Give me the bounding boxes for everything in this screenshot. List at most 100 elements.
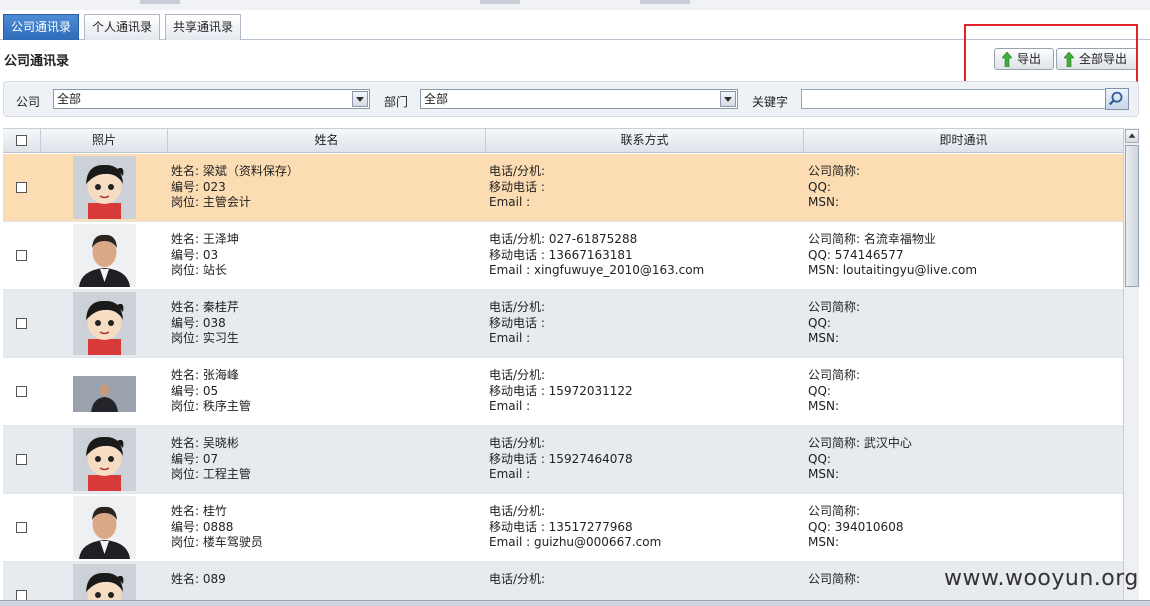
company-short-name: 公司简称: 武汉中心 <box>808 436 912 450</box>
name-cell: 姓名: 张海峰 编号: 05 岗位: 秩序主管 <box>171 368 251 415</box>
qq-number: QQ: <box>808 315 831 330</box>
grid-header: 照片 姓名 联系方式 即时通讯 <box>3 129 1123 153</box>
export-button[interactable]: 导出 <box>994 48 1054 70</box>
person-post: 岗位: 主管会计 <box>171 195 251 209</box>
keyword-input[interactable] <box>801 89 1106 109</box>
avatar-photo <box>73 224 136 287</box>
mobile-phone: 移动电话 : 15972031122 <box>489 383 633 398</box>
phone-ext: 电话/分机: <box>489 164 546 178</box>
person-name: 姓名: 秦桂芹 <box>171 300 239 314</box>
name-cell: 姓名: 桂竹 编号: 0888 岗位: 楼车驾驶员 <box>171 504 263 551</box>
row-checkbox[interactable] <box>16 454 27 465</box>
tab-company-contacts[interactable]: 公司通讯录 <box>3 14 79 40</box>
im-cell: 公司简称: 武汉中心 QQ: MSN: <box>808 436 912 483</box>
table-row[interactable]: 姓名: 王泽坤 编号: 03 岗位: 站长 电话/分机: 027-61875288 移动… <box>3 222 1123 290</box>
company-select-value: 全部 <box>57 92 82 106</box>
chevron-down-icon[interactable] <box>352 91 368 107</box>
mobile-phone: 移动电话 : <box>489 315 545 330</box>
export-label: 导出 <box>1017 52 1042 66</box>
header-contact[interactable]: 联系方式 <box>486 129 804 153</box>
avatar-placeholder-icon <box>73 156 136 219</box>
row-checkbox[interactable] <box>16 522 27 533</box>
im-cell: 公司简称: <box>808 572 860 588</box>
green-up-arrow-icon <box>1064 52 1074 67</box>
tab-shared-contacts[interactable]: 共享通讯录 <box>165 14 241 40</box>
vertical-scrollbar[interactable] <box>1123 128 1139 603</box>
msn-account: MSN: <box>808 535 839 549</box>
company-short-name: 公司简称: <box>808 572 861 586</box>
email: Email : <box>489 195 531 209</box>
mobile-phone: 移动电话 : 13517277968 <box>489 519 633 534</box>
company-short-name: 公司简称: <box>808 300 861 314</box>
person-code: 编号: 0888 <box>171 519 234 534</box>
header-name[interactable]: 姓名 <box>168 129 486 153</box>
department-filter-label: 部门 <box>384 95 409 109</box>
email: Email : <box>489 399 531 413</box>
row-checkbox[interactable] <box>16 250 27 261</box>
person-post: 岗位: 站长 <box>171 263 227 277</box>
table-row[interactable]: 姓名: 梁斌（资料保存） 编号: 023 岗位: 主管会计 电话/分机: 移动电话 :E… <box>3 154 1123 222</box>
header-checkbox-cell <box>3 129 41 153</box>
company-short-name: 公司简称: <box>808 164 861 178</box>
table-row[interactable]: 姓名: 张海峰 编号: 05 岗位: 秩序主管 电话/分机: 移动电话 : 159720… <box>3 358 1123 426</box>
avatar-photo <box>73 360 136 423</box>
magnifier-icon <box>1108 91 1123 106</box>
avatar-placeholder-icon <box>73 292 136 355</box>
company-short-name: 公司简称: <box>808 504 861 518</box>
row-checkbox[interactable] <box>16 318 27 329</box>
im-cell: 公司简称: QQ: MSN: <box>808 164 860 211</box>
person-name: 姓名: 张海峰 <box>171 368 239 382</box>
contact-cell: 电话/分机: 移动电话 : Email : <box>489 164 545 211</box>
avatar-photo <box>73 496 136 559</box>
name-cell: 姓名: 吴晓彬 编号: 07 岗位: 工程主管 <box>171 436 251 483</box>
company-filter-label: 公司 <box>16 95 41 109</box>
person-name: 姓名: 吴晓彬 <box>171 436 239 450</box>
company-select[interactable]: 全部 <box>53 89 370 109</box>
person-code: 编号: 05 <box>171 383 219 398</box>
company-short-name: 公司简称: <box>808 368 861 382</box>
export-all-label: 全部导出 <box>1079 52 1128 66</box>
qq-number: QQ: <box>808 451 831 466</box>
taskbar <box>0 600 1150 606</box>
export-all-button[interactable]: 全部导出 <box>1056 48 1138 70</box>
row-checkbox[interactable] <box>16 182 27 193</box>
header-im[interactable]: 即时通讯 <box>804 129 1123 153</box>
person-name: 姓名: 桂竹 <box>171 504 227 518</box>
table-row[interactable]: 姓名: 秦桂芹 编号: 038 岗位: 实习生 电话/分机: 移动电话 : Email :… <box>3 290 1123 358</box>
contact-cell: 电话/分机: 移动电话 : 15972031122 Email : <box>489 368 633 415</box>
scroll-up-arrow-icon[interactable] <box>1125 129 1139 143</box>
row-checkbox[interactable] <box>16 386 27 397</box>
person-code: 编号: 023 <box>171 179 226 194</box>
phone-ext: 电话/分机: <box>489 572 546 586</box>
department-select[interactable]: 全部 <box>420 89 738 109</box>
person-post: 岗位: 实习生 <box>171 331 239 345</box>
department-select-value: 全部 <box>424 92 449 106</box>
name-cell: 姓名: 秦桂芹 编号: 038 岗位: 实习生 <box>171 300 239 347</box>
name-cell: 姓名: 王泽坤 编号: 03 岗位: 站长 <box>171 232 239 279</box>
person-name: 姓名: 089 <box>171 572 226 586</box>
person-post: 岗位: 秩序主管 <box>171 399 251 413</box>
msn-account: MSN: <box>808 467 839 481</box>
name-cell: 姓名: 梁斌（资料保存） 编号: 023 岗位: 主管会计 <box>171 164 299 211</box>
msn-account: MSN: <box>808 399 839 413</box>
scrollbar-thumb[interactable] <box>1125 145 1139 287</box>
header-photo: 照片 <box>41 129 168 153</box>
phone-ext: 电话/分机: 027-61875288 <box>489 232 638 246</box>
top-window-strip <box>0 0 1150 10</box>
tab-personal-contacts[interactable]: 个人通讯录 <box>84 14 160 40</box>
phone-ext: 电话/分机: <box>489 368 546 382</box>
im-cell: 公司简称: QQ: MSN: <box>808 300 860 347</box>
mobile-phone: 移动电话 : 13667163181 <box>489 247 633 262</box>
person-name: 姓名: 王泽坤 <box>171 232 239 246</box>
watermark: www.wooyun.org <box>944 566 1139 591</box>
select-all-checkbox[interactable] <box>16 135 27 146</box>
table-row[interactable]: 姓名: 吴晓彬 编号: 07 岗位: 工程主管 电话/分机: 移动电话 : 159274… <box>3 426 1123 494</box>
phone-ext: 电话/分机: <box>489 504 546 518</box>
contact-cell: 电话/分机: <box>489 572 545 588</box>
table-row[interactable]: 姓名: 桂竹 编号: 0888 岗位: 楼车驾驶员 电话/分机: 移动电话 : 1351… <box>3 494 1123 562</box>
contact-cell: 电话/分机: 移动电话 : 13517277968 Email : guizhu@0… <box>489 504 661 551</box>
chevron-down-icon[interactable] <box>720 91 736 107</box>
tab-bar: 公司通讯录 个人通讯录 共享通讯录 <box>0 14 1150 40</box>
search-button[interactable] <box>1105 88 1129 110</box>
person-code: 编号: 038 <box>171 315 226 330</box>
